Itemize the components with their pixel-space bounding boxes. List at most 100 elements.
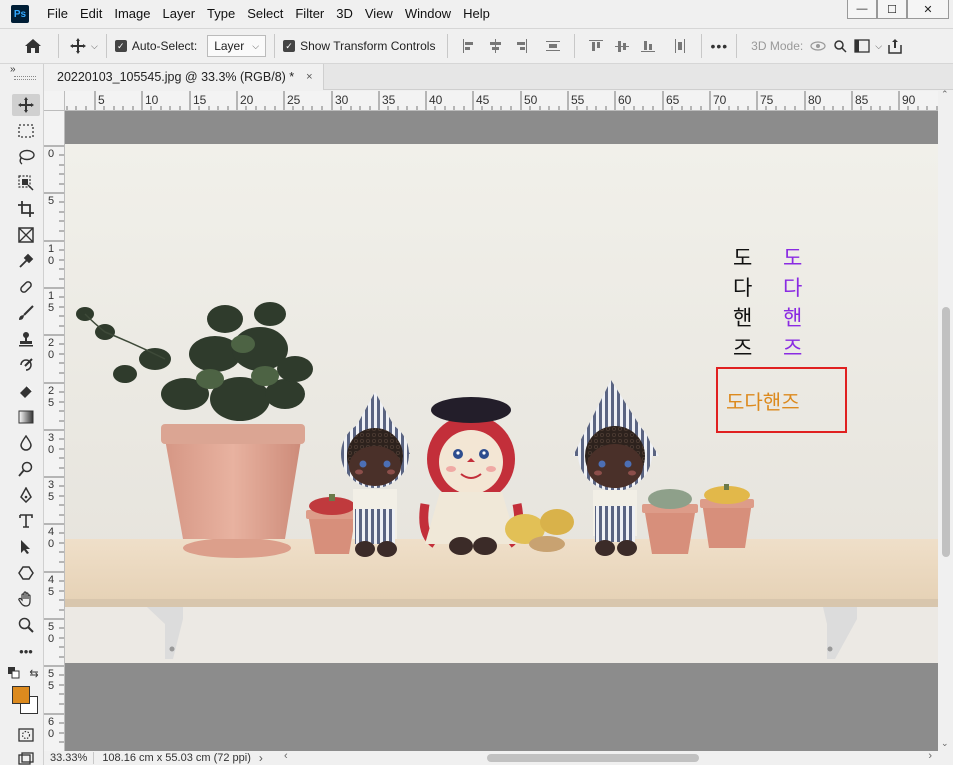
ruler-h-label: 50 [524,93,538,107]
lasso-tool[interactable] [12,146,40,168]
menu-3d[interactable]: 3D [330,0,359,28]
workspace-icon[interactable] [851,35,873,57]
blur-tool[interactable] [12,432,40,454]
search-icon[interactable] [829,35,851,57]
orbit-3d-icon[interactable] [807,35,829,57]
selection-box[interactable]: 도다핸즈 [716,367,847,433]
minimize-button[interactable]: — [847,0,877,19]
chevron-down-icon: ⌵ [252,40,260,51]
purple-char-4: 즈 [783,336,803,360]
path-selection-tool[interactable] [12,536,40,558]
collapse-panel-icon[interactable]: » [10,64,16,75]
screen-mode-icon[interactable] [12,748,40,765]
history-brush-tool[interactable] [12,354,40,376]
more-tools-button[interactable]: ••• [12,640,40,662]
auto-select-checkbox[interactable]: ✓ Auto-Select: [114,39,197,53]
menu-type[interactable]: Type [201,0,241,28]
marquee-icon [18,124,34,138]
type-tool[interactable] [12,510,40,532]
ruler-h-label: 5 [98,93,105,107]
object-select-tool[interactable] [12,172,40,194]
zoom-tool[interactable] [12,614,40,636]
chevron-down-icon[interactable]: ⌵ [875,41,882,52]
hand-tool[interactable] [12,588,40,610]
ruler-h-label: 65 [666,93,680,107]
home-icon[interactable] [22,35,44,57]
default-colors-icon[interactable] [6,666,22,680]
canvas-area[interactable]: 도 다 핸 즈 도 다 핸 즈 도다핸즈 [65,111,938,751]
ruler-origin[interactable] [44,91,65,111]
auto-select-target-dropdown[interactable]: Layer ⌵ [207,35,267,57]
move-tool[interactable] [12,94,40,116]
3d-mode-label: 3D Mode: [751,39,804,53]
align-left-edges-icon[interactable] [462,39,476,53]
panel-grip[interactable] [14,76,36,80]
horizontal-ruler[interactable]: 5 10 15 20 25 30 35 40 45 50 55 60 65 70 75 80 85 90 [65,91,938,111]
align-horizontal-centers-icon[interactable] [488,39,502,53]
pen-tool[interactable] [12,484,40,506]
align-top-edges-icon[interactable] [589,39,604,53]
more-options-icon[interactable]: ••• [710,38,728,54]
text-layer-purple[interactable]: 도 다 핸 즈 [783,244,802,362]
ruler-v-label: 4 0 [48,526,55,550]
ruler-h-label: 70 [713,93,727,107]
lasso-icon [19,149,35,165]
black-char-3: 핸 [733,306,753,330]
align-right-edges-icon[interactable] [514,39,528,53]
distribute-vertical-icon[interactable] [546,39,561,53]
healing-brush-tool[interactable] [12,276,40,298]
align-vertical-centers-icon[interactable] [615,39,630,53]
swap-colors-icon[interactable]: ⇆ [26,666,42,680]
checkmark-icon: ✓ [114,40,127,52]
ruler-v-label: 1 5 [48,290,55,314]
ruler-h-label: 90 [902,93,916,107]
menu-help[interactable]: Help [457,0,496,28]
document-tab[interactable]: 20220103_105545.jpg @ 33.3% (RGB/8) * × [44,64,324,90]
chevron-down-icon[interactable]: ⌵ [91,41,98,52]
eyedropper-tool[interactable] [12,250,40,272]
scroll-up-icon[interactable]: ⌃ [941,89,949,100]
divider [574,34,576,58]
clone-stamp-tool[interactable] [12,328,40,350]
menu-image[interactable]: Image [108,0,156,28]
brush-tool[interactable] [12,302,40,324]
quick-mask-icon[interactable] [12,724,40,746]
menu-window[interactable]: Window [399,0,457,28]
menu-select[interactable]: Select [241,0,289,28]
maximize-button[interactable]: ☐ [877,0,907,19]
vertical-scroll-thumb[interactable] [942,307,950,557]
vertical-scrollbar[interactable]: ⌃ ⌄ [938,89,953,751]
move-tool-preset-icon[interactable] [67,35,89,57]
menu-layer[interactable]: Layer [157,0,202,28]
status-menu-arrow[interactable]: › [259,751,263,765]
marquee-tool[interactable] [12,120,40,142]
close-tab-icon[interactable]: × [306,71,312,83]
horizontal-scrollbar[interactable]: ‹ › [280,750,938,765]
horizontal-scroll-thumb[interactable] [487,754,699,762]
show-transform-controls-checkbox[interactable]: ✓ Show Transform Controls [283,39,435,53]
dodge-tool[interactable] [12,458,40,480]
vertical-ruler[interactable]: 0 5 1 0 1 5 2 0 2 5 3 0 3 5 4 0 4 5 5 0 5 5 6 0 [44,111,65,751]
align-bottom-edges-icon[interactable] [641,39,656,53]
menu-filter[interactable]: Filter [289,0,330,28]
gradient-tool[interactable] [12,406,40,428]
scroll-left-icon[interactable]: ‹ [284,750,288,762]
scroll-down-icon[interactable]: ⌄ [941,738,949,749]
distribute-horizontal-icon[interactable] [673,39,687,53]
crop-tool[interactable] [12,198,40,220]
eraser-tool[interactable] [12,380,40,402]
document-image[interactable]: 도 다 핸 즈 도 다 핸 즈 도다핸즈 [65,144,938,663]
ruler-h-label: 75 [760,93,774,107]
share-icon[interactable] [884,35,906,57]
zoom-level[interactable]: 33.33% [44,752,95,764]
menu-view[interactable]: View [359,0,399,28]
close-window-button[interactable]: ✕ [907,0,949,19]
text-layer-black[interactable]: 도 다 핸 즈 [733,244,752,362]
menu-edit[interactable]: Edit [74,0,108,28]
scroll-right-icon[interactable]: › [928,750,932,762]
foreground-color-swatch[interactable] [12,686,30,704]
menu-file[interactable]: File [41,0,74,28]
ruler-v-label: 3 0 [48,432,55,456]
frame-tool[interactable] [12,224,40,246]
shape-tool[interactable] [12,562,40,584]
